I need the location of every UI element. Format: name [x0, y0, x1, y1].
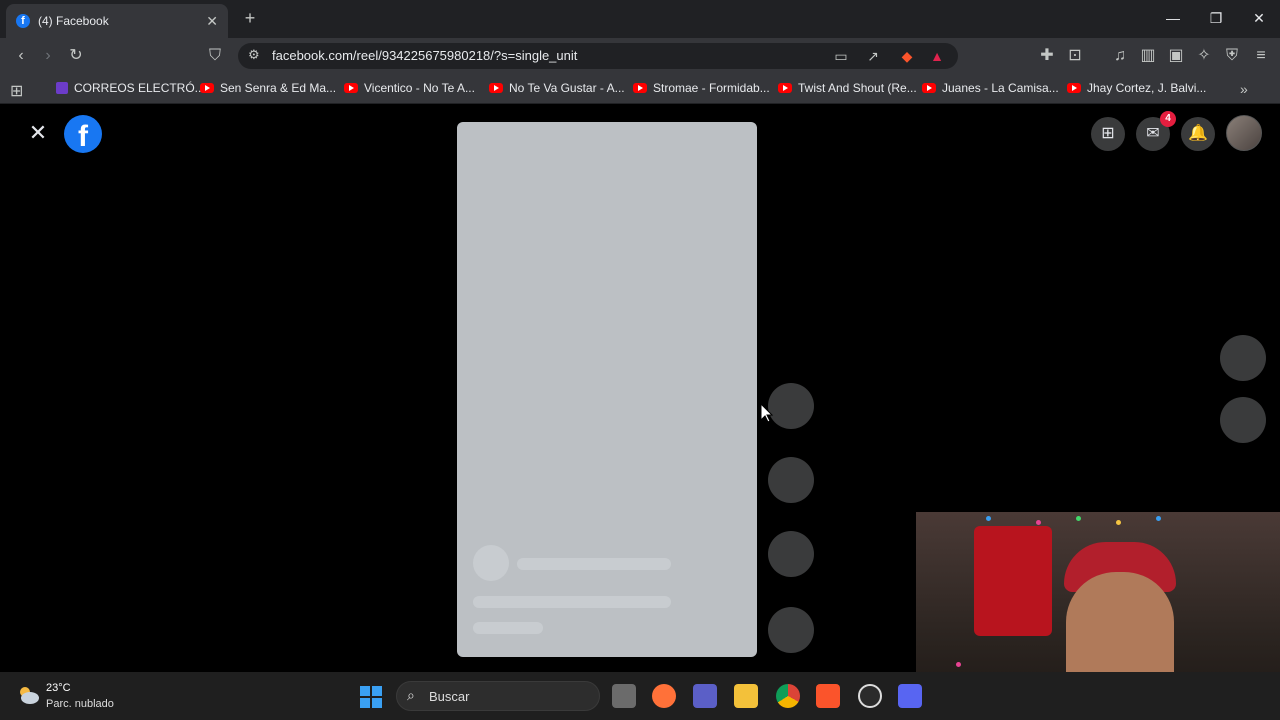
address-bar[interactable]: ⚙ facebook.com/reel/934225675980218/?s=s… — [238, 43, 958, 69]
sidebar-icon[interactable]: ▥ — [1136, 45, 1160, 67]
discord-icon[interactable] — [898, 684, 922, 708]
like-button[interactable] — [768, 383, 814, 429]
string-light — [986, 516, 991, 521]
tab-title: (4) Facebook — [38, 14, 109, 28]
youtube-icon — [489, 83, 503, 93]
youtube-icon — [1067, 83, 1081, 93]
weather-temperature: 23°C — [46, 682, 71, 694]
weather-cloud-icon[interactable] — [16, 684, 40, 706]
apps-grid-icon[interactable]: ⊞ — [10, 81, 23, 101]
facebook-favicon-icon: f — [16, 14, 30, 28]
profile-avatar[interactable] — [1226, 115, 1262, 151]
file-explorer-icon[interactable] — [734, 684, 758, 708]
more-bookmarks-icon[interactable]: » — [1240, 81, 1248, 97]
tab-strip: f (4) Facebook ✕ + — ❐ ✕ — [0, 0, 1280, 38]
firefox-icon[interactable] — [652, 684, 676, 708]
youtube-icon — [922, 83, 936, 93]
search-placeholder: Buscar — [429, 689, 470, 704]
browser-toolbar: ‹ › ↻ ⛉ ⚙ facebook.com/reel/934225675980… — [0, 38, 1280, 74]
task-view-icon[interactable] — [612, 684, 636, 708]
youtube-icon — [778, 83, 792, 93]
string-light — [1156, 516, 1161, 521]
bookmark-twist-and-shout[interactable]: Twist And Shout (Re... — [778, 81, 917, 95]
bookmarks-bar: ⊞ CORREOS ELECTRÓ... Sen Senra & Ed Ma..… — [0, 74, 1280, 104]
share-icon[interactable]: ↗ — [862, 46, 884, 66]
youtube-icon — [200, 83, 214, 93]
media-icon[interactable]: ♫ — [1108, 45, 1132, 67]
string-light — [1116, 520, 1121, 525]
windows-taskbar: 23°C Parc. nublado ⌕ Buscar — [0, 672, 1280, 720]
brave-icon[interactable] — [816, 684, 840, 708]
forward-icon[interactable]: › — [36, 45, 60, 67]
menu-grid-icon[interactable]: ⊞ — [1091, 117, 1125, 151]
cast-icon[interactable]: ▭ — [830, 46, 852, 66]
jersey-background — [974, 526, 1052, 636]
youtube-icon — [344, 83, 358, 93]
more-options-button[interactable] — [768, 607, 814, 653]
chrome-icon[interactable] — [776, 684, 800, 708]
leo-ai-icon[interactable]: ✧ — [1192, 45, 1216, 67]
mail-icon — [56, 82, 68, 94]
bookmark-icon[interactable]: ⛉ — [203, 45, 227, 67]
menu-icon[interactable]: ≡ — [1249, 45, 1273, 67]
string-light — [956, 662, 961, 667]
comment-button[interactable] — [768, 457, 814, 503]
wallet-icon[interactable]: ▣ — [1164, 45, 1188, 67]
string-light — [1076, 516, 1081, 521]
skeleton-line — [473, 622, 543, 634]
app-icon[interactable] — [858, 684, 882, 708]
bookmark-correos[interactable]: CORREOS ELECTRÓ... — [56, 81, 205, 95]
youtube-icon — [633, 83, 647, 93]
next-reel-button[interactable] — [1220, 397, 1266, 443]
facebook-logo[interactable]: f — [64, 115, 102, 153]
weather-description: Parc. nublado — [46, 698, 114, 710]
skeleton-line — [517, 558, 671, 570]
bookmark-no-te-va-gustar[interactable]: No Te Va Gustar - A... — [489, 81, 625, 95]
vpn-icon[interactable]: ⛨ — [1220, 45, 1244, 67]
minimize-icon[interactable]: — — [1160, 6, 1186, 30]
skeleton-line — [473, 596, 671, 608]
screenshot-icon[interactable]: ⊡ — [1063, 45, 1087, 67]
share-button[interactable] — [768, 531, 814, 577]
back-icon[interactable]: ‹ — [9, 45, 33, 67]
close-reel-icon[interactable]: ✕ — [26, 121, 50, 145]
reload-icon[interactable]: ↻ — [64, 45, 88, 67]
search-icon: ⌕ — [407, 687, 415, 703]
string-light — [1036, 520, 1041, 525]
tab-close-icon[interactable]: ✕ — [206, 13, 218, 30]
bookmark-sen-senra[interactable]: Sen Senra & Ed Ma... — [200, 81, 336, 95]
skeleton-avatar — [473, 545, 509, 581]
messenger-badge: 4 — [1160, 111, 1176, 127]
mouse-cursor-icon — [760, 403, 774, 423]
bookmark-juanes[interactable]: Juanes - La Camisa... — [922, 81, 1059, 95]
new-tab-icon[interactable]: + — [240, 8, 260, 28]
site-info-icon[interactable]: ⚙ — [248, 47, 260, 63]
brave-rewards-icon[interactable]: ▲ — [926, 46, 948, 66]
window-close-icon[interactable]: ✕ — [1246, 6, 1272, 30]
restore-icon[interactable]: ❐ — [1203, 6, 1229, 30]
notifications-bell-icon[interactable]: 🔔 — [1181, 117, 1215, 151]
bookmark-jhay-cortez[interactable]: Jhay Cortez, J. Balvi... — [1067, 81, 1206, 95]
reel-video-placeholder[interactable] — [457, 122, 757, 657]
url-text: facebook.com/reel/934225675980218/?s=sin… — [272, 48, 578, 63]
browser-tab-facebook[interactable]: f (4) Facebook ✕ — [6, 4, 228, 38]
bookmark-vicentico[interactable]: Vicentico - No Te A... — [344, 81, 475, 95]
previous-reel-button[interactable] — [1220, 335, 1266, 381]
brave-shields-icon[interactable]: ◆ — [896, 46, 918, 66]
bookmark-stromae[interactable]: Stromae - Formidab... — [633, 81, 770, 95]
windows-start-icon[interactable] — [360, 686, 382, 708]
teams-icon[interactable] — [693, 684, 717, 708]
extensions-icon[interactable]: ✚ — [1035, 45, 1059, 67]
taskbar-search[interactable]: ⌕ Buscar — [396, 681, 600, 711]
